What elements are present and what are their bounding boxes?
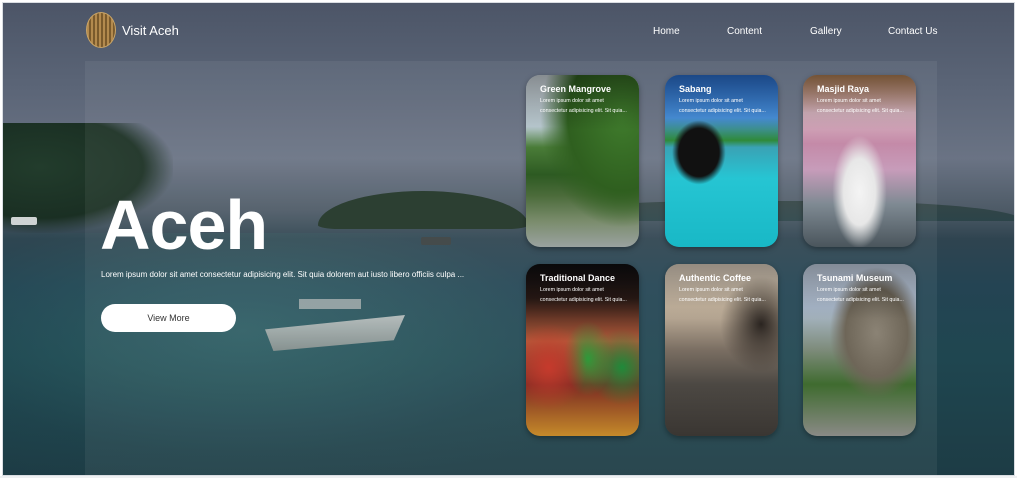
brand-name[interactable]: Visit Aceh	[122, 23, 179, 38]
background-small-boat	[11, 217, 37, 225]
card-text: Lorem ipsum dolor sit amet consectetur a…	[679, 98, 766, 114]
card-title: Tsunami Museum	[817, 273, 893, 283]
nav-home[interactable]: Home	[653, 26, 680, 37]
nav-content[interactable]: Content	[727, 26, 762, 37]
nav-contact-us[interactable]: Contact Us	[888, 26, 937, 37]
nav-gallery[interactable]: Gallery	[810, 26, 842, 37]
card-masjid-raya[interactable]: Masjid Raya Lorem ipsum dolor sit amet c…	[803, 75, 916, 247]
card-text: Lorem ipsum dolor sit amet consectetur a…	[679, 287, 766, 303]
card-authentic-coffee[interactable]: Authentic Coffee Lorem ipsum dolor sit a…	[665, 264, 778, 436]
card-sabang[interactable]: Sabang Lorem ipsum dolor sit amet consec…	[665, 75, 778, 247]
logo-icon[interactable]	[86, 12, 116, 48]
card-title: Masjid Raya	[817, 84, 870, 94]
card-tsunami-museum[interactable]: Tsunami Museum Lorem ipsum dolor sit ame…	[803, 264, 916, 436]
view-more-button[interactable]: View More	[101, 304, 236, 332]
card-text: Lorem ipsum dolor sit amet consectetur a…	[540, 287, 627, 303]
hero-description: Lorem ipsum dolor sit amet consectetur a…	[101, 270, 465, 279]
card-title: Green Mangrove	[540, 84, 612, 94]
card-text: Lorem ipsum dolor sit amet consectetur a…	[817, 287, 904, 303]
card-title: Traditional Dance	[540, 273, 616, 283]
card-title: Authentic Coffee	[679, 273, 751, 283]
card-text: Lorem ipsum dolor sit amet consectetur a…	[540, 98, 627, 114]
card-title: Sabang	[679, 84, 712, 94]
card-traditional-dance[interactable]: Traditional Dance Lorem ipsum dolor sit …	[526, 264, 639, 436]
card-text: Lorem ipsum dolor sit amet consectetur a…	[817, 98, 904, 114]
card-green-mangrove[interactable]: Green Mangrove Lorem ipsum dolor sit ame…	[526, 75, 639, 247]
hero-title: Aceh	[100, 186, 268, 264]
